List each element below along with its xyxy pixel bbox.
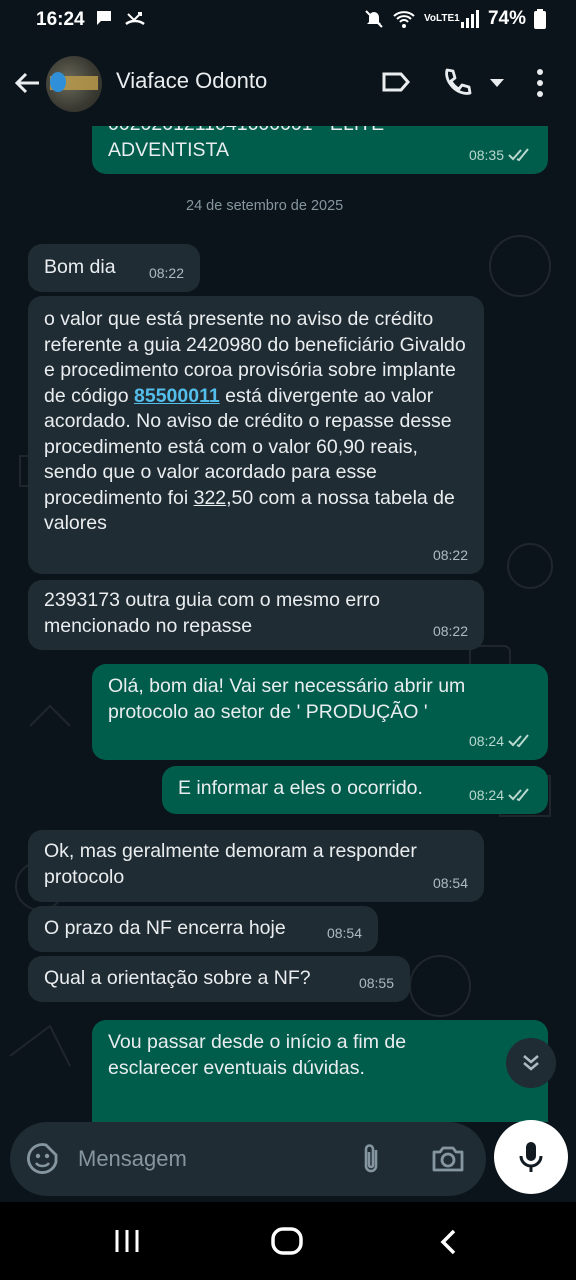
recent-apps-icon[interactable]	[112, 1228, 142, 1254]
message-input[interactable]: Mensagem	[78, 1146, 187, 1172]
mic-icon	[519, 1142, 543, 1172]
caret-down-icon[interactable]	[488, 76, 506, 90]
scroll-to-bottom-button[interactable]	[506, 1038, 556, 1088]
message-time: 08:22	[148, 264, 184, 281]
message-meta: 08:22	[433, 619, 468, 645]
double-check-icon	[508, 148, 529, 162]
message-incoming[interactable]: Qual a orientação sobre a NF? 08:55	[28, 956, 410, 1002]
chat-header: Viaface Odonto	[0, 40, 576, 126]
battery-icon	[534, 9, 546, 29]
emoji-icon[interactable]	[26, 1142, 60, 1176]
message-meta: 08:24	[469, 783, 532, 809]
phone-icon[interactable]	[440, 66, 474, 100]
date-chip: 24 de setembro de 2025	[186, 198, 344, 214]
message-meta: 08:22	[149, 261, 184, 287]
message-outgoing[interactable]: Olá, bom dia! Vai ser necessário abrir u…	[92, 664, 548, 760]
volte-label: VoLTE1	[423, 13, 460, 24]
status-left-icons	[94, 8, 146, 28]
more-vert-icon[interactable]	[530, 66, 550, 100]
message-text: Qual a orientação sobre a NF?	[44, 967, 311, 989]
label-icon[interactable]	[380, 66, 412, 98]
message-time: 08:55	[358, 974, 394, 991]
message-meta: 08:54	[327, 921, 362, 947]
arrow-left-icon[interactable]	[12, 68, 42, 98]
message-incoming[interactable]: o valor que está presente no aviso de cr…	[28, 296, 484, 574]
mute-icon	[365, 10, 383, 28]
message-meta: 08:55	[359, 971, 394, 997]
message-time: 08:24	[468, 732, 504, 749]
status-right-icons: VoLTE1 74%	[364, 8, 546, 30]
message-text: mencionado no repasse	[44, 614, 253, 637]
message-text: Olá, bom dia! Vai ser necessário abrir u…	[108, 675, 466, 697]
message-incoming[interactable]: Ok, mas geralmente demoram a responder p…	[28, 830, 484, 902]
chat-bubble-icon	[97, 11, 111, 25]
message-meta: 08:22	[433, 543, 468, 569]
home-icon[interactable]	[270, 1226, 304, 1256]
missed-call-icon	[125, 12, 145, 26]
double-check-icon	[508, 734, 529, 748]
battery-percent: 74%	[487, 8, 526, 29]
message-composer[interactable]: Mensagem	[10, 1122, 486, 1196]
message-incoming[interactable]: Bom dia 08:22	[28, 244, 200, 292]
message-text: Vou passar desde o início a fim de	[108, 1031, 407, 1053]
avatar[interactable]	[46, 56, 102, 112]
message-time: 08:22	[432, 622, 468, 639]
message-meta: 08:54	[433, 871, 468, 897]
message-outgoing[interactable]: Vou passar desde o início a fim de escla…	[92, 1020, 548, 1122]
message-outgoing[interactable]: E informar a eles o ocorrido. 08:24	[162, 766, 548, 814]
message-meta: 08:24	[469, 729, 532, 755]
nav-back-icon[interactable]	[438, 1228, 460, 1256]
message-text: 2393173 outra guia com o mesmo erro	[44, 589, 381, 611]
message-time: 08:22	[432, 546, 468, 563]
message-outgoing[interactable]: 0020201211041600001 - ELITE ADVENTISTA 0…	[92, 126, 548, 174]
double-check-icon	[508, 788, 529, 802]
message-incoming[interactable]: 2393173 outra guia com o mesmo erro menc…	[28, 580, 484, 650]
message-incoming[interactable]: O prazo da NF encerra hoje 08:54	[28, 906, 378, 952]
contact-name[interactable]: Viaface Odonto	[116, 68, 267, 94]
system-navigation-bar	[0, 1202, 576, 1280]
underlined-number[interactable]: 322	[194, 487, 227, 509]
message-text: O prazo da NF encerra hoje	[44, 917, 286, 939]
phone-link[interactable]: 85500011	[134, 385, 220, 407]
camera-icon[interactable]	[430, 1142, 466, 1176]
message-text: esclarecer eventuais dúvidas.	[108, 1056, 365, 1079]
message-list[interactable]: 0020201211041600001 - ELITE ADVENTISTA 0…	[0, 126, 576, 1122]
message-time: 08:24	[468, 786, 504, 803]
message-meta: 08:35	[469, 143, 532, 169]
message-time: 08:54	[326, 924, 362, 941]
message-text: o valor que está presente no aviso de cr…	[44, 307, 468, 537]
message-text: protocolo	[44, 865, 125, 888]
message-text: protocolo ao setor de ' PRODUÇÃO '	[108, 700, 428, 723]
message-text: 0020201211041600001 - ELITE	[108, 126, 532, 138]
status-time: 16:24	[36, 9, 85, 30]
signal-icon	[460, 10, 479, 28]
status-bar: 16:24 VoLTE1 74%	[0, 0, 576, 40]
double-chevron-down-icon	[523, 1055, 539, 1071]
mic-button[interactable]	[494, 1120, 568, 1194]
message-time: 08:54	[432, 874, 468, 891]
message-time: 08:35	[468, 146, 504, 163]
wifi-icon	[393, 11, 415, 28]
message-text: Ok, mas geralmente demoram a responder	[44, 840, 417, 862]
paperclip-icon[interactable]	[358, 1142, 384, 1176]
